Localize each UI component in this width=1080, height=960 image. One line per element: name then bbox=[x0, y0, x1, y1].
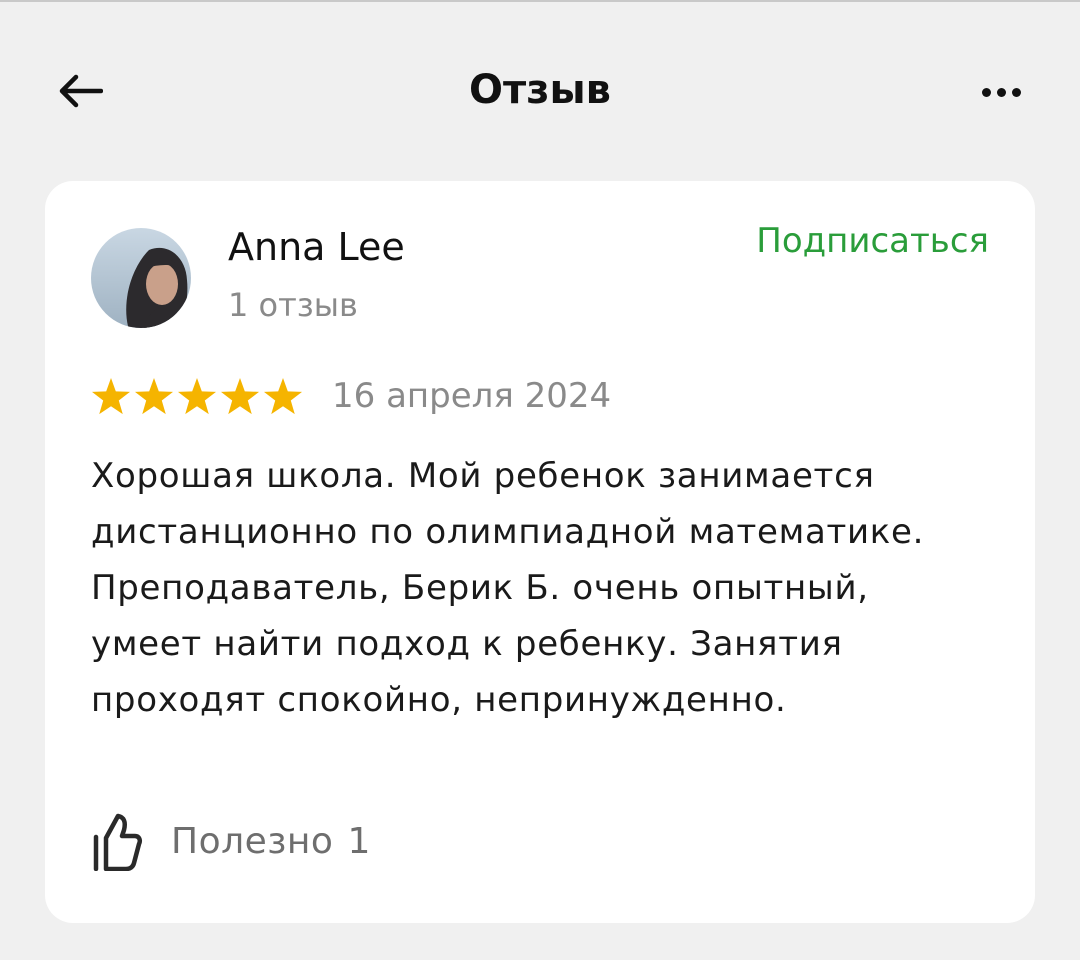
page-title: Отзыв bbox=[469, 67, 611, 113]
star-icon bbox=[91, 378, 131, 415]
author-name[interactable]: Anna Lee bbox=[228, 225, 405, 269]
avatar[interactable] bbox=[91, 228, 191, 328]
subscribe-button[interactable]: Подписаться bbox=[756, 221, 989, 261]
more-dot bbox=[996, 87, 1006, 97]
review-card: Anna Lee 1 отзыв Подписаться 16 апреля 2… bbox=[45, 181, 1035, 923]
helpful-count: 1 bbox=[347, 820, 371, 862]
top-bar: Отзыв bbox=[0, 50, 1080, 130]
more-dots-icon bbox=[981, 87, 991, 97]
star-icon bbox=[263, 378, 303, 415]
helpful-label: Полезно bbox=[171, 820, 334, 862]
star-icon bbox=[177, 378, 217, 415]
more-options-button[interactable] bbox=[966, 70, 1036, 114]
review-text: Хорошая школа. Мой ребенок занимается ди… bbox=[91, 456, 925, 720]
back-button[interactable] bbox=[50, 66, 110, 116]
arrow-left-icon bbox=[59, 74, 103, 108]
star-icon bbox=[134, 378, 174, 415]
star-icon bbox=[220, 378, 260, 415]
review-date: 16 апреля 2024 bbox=[332, 376, 612, 416]
rating-stars bbox=[91, 377, 303, 417]
author-review-count: 1 отзыв bbox=[228, 286, 358, 324]
thumbs-up-icon bbox=[93, 813, 143, 871]
helpful-button[interactable]: Полезно 1 bbox=[91, 806, 370, 876]
avatar-image bbox=[91, 228, 191, 328]
more-dot bbox=[1011, 87, 1021, 97]
status-divider bbox=[0, 0, 1080, 2]
